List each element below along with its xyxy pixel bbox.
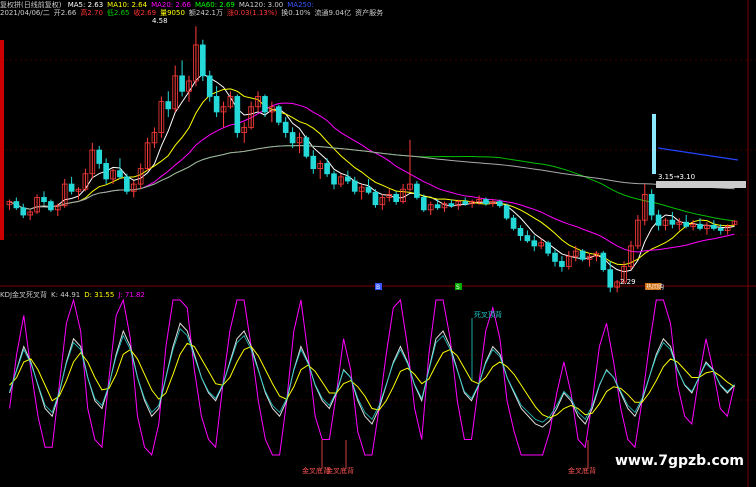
candle-body (717, 227, 724, 231)
candle-body (545, 242, 551, 254)
quote-field: 低2.65 (106, 9, 130, 17)
candle-body (282, 121, 289, 133)
price-info-row: 2021/04/06/二 开2.66 高2.70 低2.65 收2.69 量9050 额24… (0, 8, 387, 19)
left-scale-bar (0, 40, 4, 240)
candle-body (414, 183, 420, 198)
candle-body (483, 199, 489, 205)
candle-body (20, 207, 27, 216)
candle-body (213, 96, 220, 113)
kdj-k-line (9, 322, 735, 428)
candle-body (365, 186, 372, 193)
candle-body (655, 214, 662, 226)
ma120-line (9, 145, 735, 210)
range-bar (656, 181, 746, 188)
candle-body (68, 183, 75, 192)
signal-marker-label: 热回购 (646, 283, 664, 291)
quote-field: 量9050 (160, 9, 185, 17)
candle-body (434, 204, 441, 209)
gold-cross-label: 金叉底背 (568, 466, 596, 475)
quote-field: 资产服务 (355, 9, 384, 17)
candle-body (524, 235, 531, 242)
candle-body (310, 155, 317, 170)
candle-body (41, 197, 47, 203)
candle-body (420, 197, 427, 211)
candle-body (331, 173, 337, 185)
candle-body (607, 269, 614, 288)
candle-body (510, 217, 517, 229)
candle-body (165, 101, 172, 110)
gold-cross-label: 金叉底背 (326, 466, 354, 475)
candle-body (669, 219, 676, 225)
candle-body (393, 193, 399, 202)
ma60-line (9, 145, 735, 222)
range-label: 3.15→3.10 (658, 173, 695, 181)
kdj-label: K: 44.91 (51, 291, 81, 299)
quote-field: 开2.66 (53, 9, 77, 17)
signal-marker-label: S (456, 284, 460, 291)
kdj-j-line (9, 298, 735, 457)
candle-body (48, 201, 54, 211)
quote-field: 流通9.04亿 (314, 9, 352, 17)
candle-body (96, 149, 103, 164)
kdj-d-line (9, 342, 735, 419)
candle-body (303, 137, 310, 157)
candle-body (697, 223, 703, 229)
candle-body (234, 96, 241, 133)
ma20-line (9, 102, 735, 253)
kdj-header: KDJ金叉死叉背 K: 44.91 D: 31.55 J: 71.82 (0, 290, 149, 301)
candle-body (462, 201, 469, 205)
kdj-label: J: 71.82 (118, 291, 145, 299)
quote-field: 2021/04/06/二 (0, 9, 50, 17)
candle-body (517, 227, 524, 237)
candle-body (648, 193, 655, 216)
quote-field: 收2.69 (133, 9, 157, 17)
kdj-label: KDJ金叉死叉背 (0, 291, 48, 299)
candle-body (448, 203, 455, 207)
candle-body (289, 132, 296, 144)
candle-body (199, 44, 206, 77)
quote-field: 额242.1万 (188, 9, 223, 17)
candle-body (275, 106, 282, 123)
candle-body (324, 163, 330, 175)
dead-cross-label: 死叉顶背 (474, 310, 502, 319)
watermark: www.7gpzb.com (614, 453, 744, 469)
candle-body (496, 201, 503, 207)
candle-body (351, 180, 358, 192)
candle-body (103, 163, 109, 180)
candle-body (206, 75, 213, 97)
quote-field: 换0.10% (281, 9, 311, 17)
candle-body (372, 191, 379, 206)
candle-body (179, 75, 185, 92)
candle-body (683, 221, 690, 227)
quote-field: 涨0.03(1.13%) (226, 9, 278, 17)
candle-body (531, 240, 538, 247)
signal-marker-label: B (376, 284, 380, 291)
candle-body (600, 252, 607, 271)
quote-field: 高2.70 (80, 9, 103, 17)
chart-canvas: 4.582.293.15→3.10B S 热回购死叉顶背金叉底背金叉底背 金叉底背 (0, 0, 756, 487)
candle-body (117, 170, 123, 178)
candle-body (711, 224, 717, 229)
candle-body (262, 96, 268, 113)
candle-body (13, 201, 20, 209)
kdj-label: D: 31.55 (84, 291, 115, 299)
candle-body (579, 250, 586, 260)
kline-chart: 4.58 2.29 3.15→3.10 B S 热回购 死叉顶背 金叉底背 金叉底背 金叉底背 复… (0, 0, 756, 487)
candle-body (559, 260, 565, 267)
candle-body (345, 176, 351, 182)
candle-body (503, 205, 510, 219)
low-label: 2.29 (620, 278, 636, 286)
candle-body (124, 176, 130, 192)
candle-body (552, 252, 558, 262)
volume-spike (652, 114, 656, 174)
